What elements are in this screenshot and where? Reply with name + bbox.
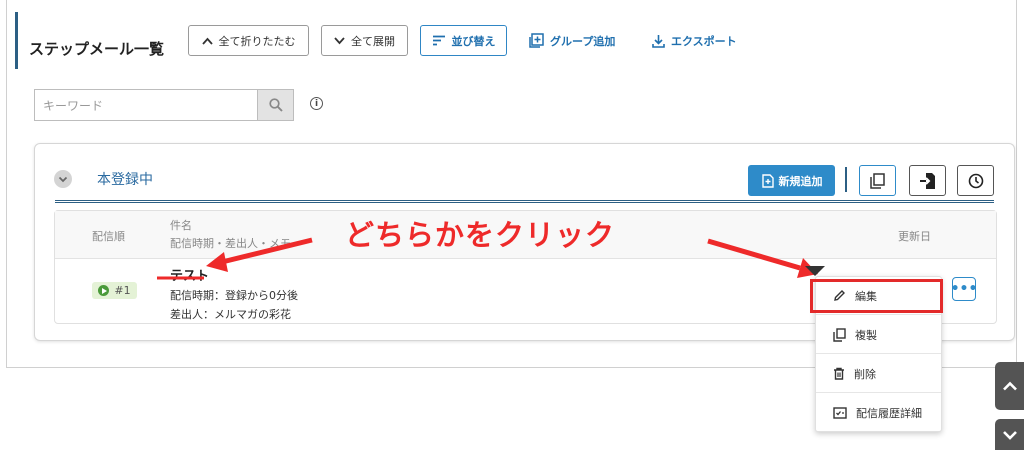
menu-item-label: 削除 [854, 367, 876, 381]
chevron-up-icon [201, 37, 213, 45]
col-order: 配信順 [92, 230, 125, 243]
collapse-group-icon[interactable] [54, 170, 72, 188]
new-mail-button[interactable]: 新規追加 [748, 165, 835, 196]
chevron-down-icon [1002, 430, 1017, 440]
add-group-label: グループ追加 [550, 34, 616, 48]
menu-caret [805, 266, 825, 276]
group-divider [55, 200, 994, 203]
col-updated: 更新日 [898, 230, 931, 243]
more-options-button[interactable]: ••• [951, 277, 977, 301]
chevron-down-icon [334, 36, 345, 44]
file-import-icon [919, 172, 935, 189]
copy-group-button[interactable] [859, 165, 896, 196]
order-number: #1 [114, 284, 131, 297]
group-name: 本登録中 [97, 172, 153, 188]
toolbar-divider [845, 167, 847, 192]
row-timing: 配信時期：登録から0分後 [170, 289, 298, 302]
add-group-button[interactable]: グループ追加 [529, 25, 615, 56]
col-subject: 件名 [170, 219, 192, 232]
copy-icon [833, 327, 846, 342]
expand-all-label: 全て展開 [351, 34, 395, 48]
sort-label: 並び替え [451, 34, 496, 48]
order-badge: #1 [92, 282, 137, 299]
search-icon [268, 98, 283, 112]
search-placeholder: キーワード [43, 98, 104, 113]
menu-item-history-detail[interactable]: 配信履歴詳細 [816, 394, 941, 432]
clock-icon [968, 173, 983, 188]
sort-button[interactable]: 並び替え [420, 25, 507, 56]
col-subject-sub: 配信時期・差出人・メモ [170, 237, 291, 250]
play-icon [98, 285, 110, 296]
collapse-all-button[interactable]: 全て折りたたむ [188, 25, 309, 56]
info-icon[interactable]: i [310, 97, 323, 110]
menu-item-label: 複製 [855, 328, 877, 342]
title-accent-bar [15, 12, 18, 69]
collapse-all-label: 全て折りたたむ [218, 34, 296, 48]
export-label: エクスポート [671, 34, 737, 48]
scroll-bottom-button[interactable] [995, 419, 1024, 450]
history-detail-icon [833, 407, 847, 419]
menu-item-label: 配信履歴詳細 [856, 407, 922, 420]
page-title: ステップメール一覧 [29, 40, 165, 58]
row-sender: 差出人：メルマガの彩花 [170, 308, 291, 321]
export-button[interactable]: エクスポート [652, 25, 737, 56]
search-input[interactable]: キーワード [34, 89, 257, 121]
sort-icon [432, 35, 445, 46]
edit-highlight-box [810, 279, 943, 313]
trash-icon [834, 367, 844, 380]
download-icon [652, 34, 665, 48]
chevron-up-icon [1002, 381, 1017, 391]
expand-all-button[interactable]: 全て展開 [321, 25, 408, 56]
annotation-text: どちらかをクリック [345, 218, 616, 252]
add-square-icon [529, 33, 544, 48]
menu-item-delete[interactable]: 削除 [816, 355, 941, 393]
new-mail-label: 新規追加 [778, 174, 823, 188]
menu-item-duplicate[interactable]: 複製 [816, 316, 941, 354]
history-button[interactable] [957, 165, 994, 196]
search-button[interactable] [257, 89, 294, 121]
copy-icon [870, 172, 885, 189]
move-group-button[interactable] [909, 165, 946, 196]
row-title[interactable]: テスト [170, 265, 209, 284]
scroll-top-button[interactable] [995, 362, 1024, 410]
new-document-icon [761, 173, 774, 188]
